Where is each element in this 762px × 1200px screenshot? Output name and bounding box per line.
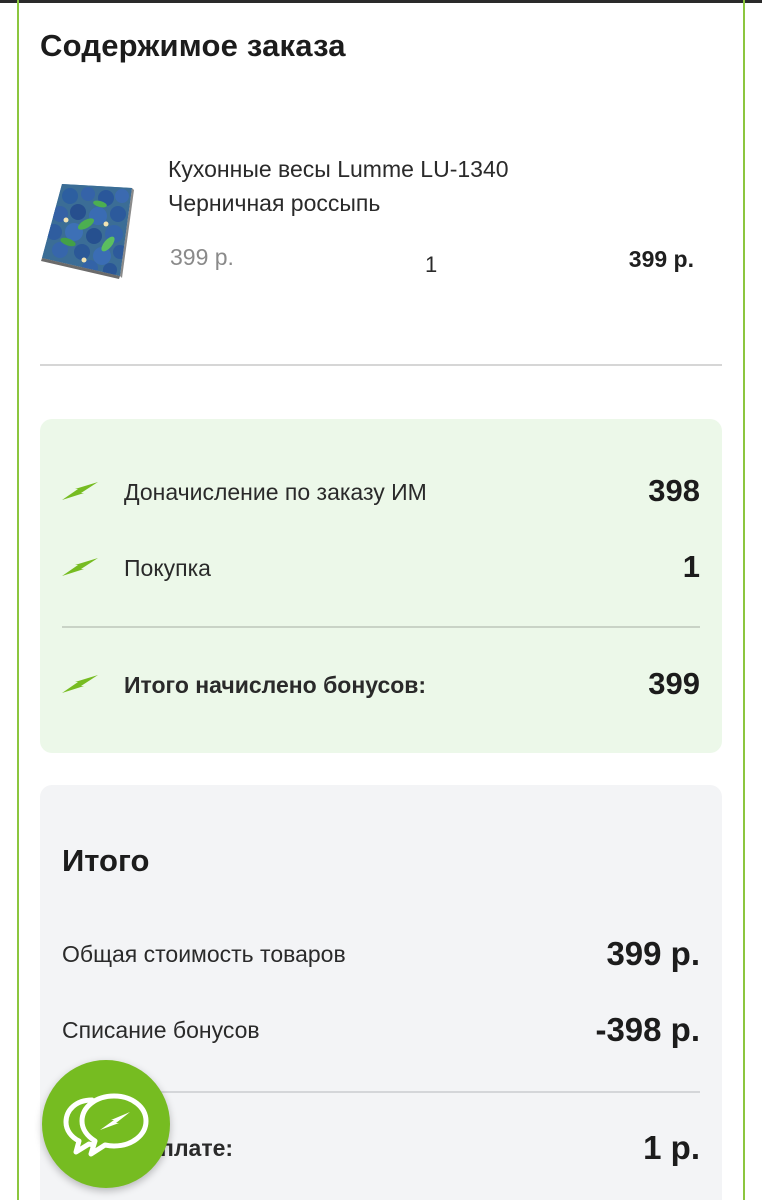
top-edge-bar — [0, 0, 762, 3]
product-name[interactable]: Кухонные весы Lumme LU-1340 Черничная ро… — [168, 152, 598, 220]
chat-support-button[interactable] — [42, 1060, 170, 1188]
product-image[interactable] — [40, 180, 136, 280]
bonus-value: 1 — [682, 549, 700, 584]
divider — [40, 364, 722, 366]
lightning-icon — [62, 558, 98, 576]
bonus-writeoff-value: -398 р. — [595, 1011, 700, 1048]
summary-row-bonus-writeoff: Списание бонусов -398 р. — [62, 1011, 700, 1051]
goods-total-label: Общая стоимость товаров — [62, 941, 346, 967]
product-unit-price: 399 р. — [170, 244, 234, 270]
bonus-total-label: Итого начислено бонусов: — [124, 672, 427, 698]
product-line-total: 399 р. — [628, 246, 694, 272]
lightning-icon — [62, 482, 98, 500]
kitchen-scale-image-icon — [41, 184, 134, 279]
order-contents-title: Содержимое заказа — [40, 28, 346, 63]
divider — [62, 626, 700, 628]
summary-row-goods-total: Общая стоимость товаров 399 р. — [62, 935, 700, 975]
frame-border-right — [743, 0, 745, 1200]
bonus-row-purchase: Покупка 1 — [62, 549, 700, 589]
order-details-page: Содержимое заказа Кухонные весы Lumme LU… — [0, 0, 762, 1200]
bonus-label: Доначисление по заказу ИМ — [124, 479, 427, 505]
lightning-icon — [62, 675, 98, 693]
frame-border-left — [17, 0, 19, 1200]
bonus-accrual-card: Доначисление по заказу ИМ 398 Покупка 1 … — [40, 419, 722, 753]
product-quantity: 1 — [425, 252, 438, 277]
bonus-writeoff-label: Списание бонусов — [62, 1017, 260, 1043]
bonus-label: Покупка — [124, 555, 211, 581]
bonus-total-value: 399 — [648, 666, 700, 701]
bonus-row-total: Итого начислено бонусов: 399 — [62, 666, 700, 706]
bonus-row-order-accrual: Доначисление по заказу ИМ 398 — [62, 473, 700, 513]
goods-total-value: 399 р. — [606, 935, 700, 972]
bonus-value: 398 — [648, 473, 700, 508]
chat-bubbles-lightning-icon — [63, 1093, 149, 1157]
summary-title: Итого — [62, 843, 150, 878]
to-pay-value: 1 р. — [643, 1129, 700, 1166]
